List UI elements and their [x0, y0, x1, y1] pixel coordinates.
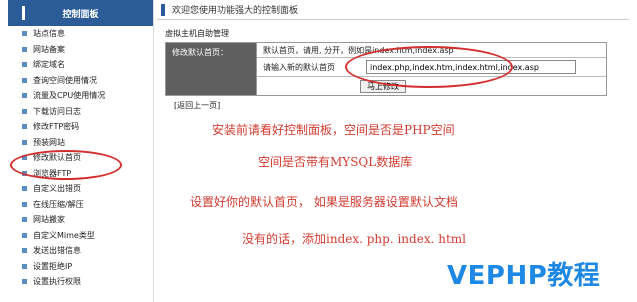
sidebar-item[interactable]: 设置拒绝IP: [8, 259, 153, 275]
bullet-icon: [22, 108, 27, 114]
sidebar-item[interactable]: 站点信息: [8, 26, 153, 42]
input-label: 请输入新的默认首页: [263, 62, 335, 72]
sidebar-item-label: 网站备案: [33, 44, 65, 54]
annotation-1: 安装前请看好控制面板，空间是否是PHP空间: [212, 123, 455, 137]
bullet-icon: [22, 263, 27, 269]
bullet-icon: [22, 93, 27, 99]
bullet-icon: [22, 46, 27, 52]
sidebar-header: 控制面板: [8, 0, 153, 26]
sidebar-item[interactable]: 预装网站: [8, 135, 153, 151]
sidebar-item-label: 下载访问日志: [33, 106, 81, 116]
sidebar-item[interactable]: 修改FTP密码: [8, 119, 153, 135]
highlight-circle-input: [345, 46, 513, 88]
sidebar-item[interactable]: 自定义出错页: [8, 181, 153, 197]
sidebar-item-label: 查询空间使用情况: [33, 75, 97, 85]
bullet-icon: [22, 77, 27, 83]
bullet-icon: [22, 248, 27, 254]
welcome-text: 欢迎您使用功能强大的控制面板: [172, 6, 299, 16]
sidebar-item-label: 自定义出错页: [33, 184, 81, 194]
sidebar-item[interactable]: 下载访问日志: [8, 104, 153, 120]
sidebar-item[interactable]: 设置执行权限: [8, 274, 153, 290]
panel-title: 虚拟主机自助管理: [165, 29, 229, 38]
highlight-circle-menu: [10, 150, 122, 180]
sidebar-item-label: 发送出错信息: [33, 246, 81, 256]
topbar-bar-icon: [161, 3, 165, 16]
sidebar-item[interactable]: 发送出错信息: [8, 243, 153, 259]
sidebar-item-label: 自定义Mime类型: [33, 230, 95, 240]
sidebar-title: 控制面板: [62, 9, 99, 20]
bullet-icon: [22, 124, 27, 130]
back-link[interactable]: [返回上一页]: [174, 100, 220, 111]
bullet-icon: [22, 217, 27, 223]
sidebar-item[interactable]: 网站备案: [8, 42, 153, 58]
annotation-3: 设置好你的默认首页， 如果是服务器设置默认文档: [190, 195, 458, 209]
sidebar-item-label: 预装网站: [33, 137, 65, 147]
annotation-4: 没有的话，添加index. php. index. html: [242, 232, 466, 246]
bullet-icon: [22, 139, 27, 145]
sidebar-item-label: 修改FTP密码: [33, 122, 80, 132]
sidebar-item-label: 绑定域名: [33, 60, 65, 70]
bullet-icon: [22, 62, 27, 68]
row-label: 修改默认首页：: [166, 43, 256, 95]
bullet-icon: [22, 186, 27, 192]
sidebar-item-label: 在线压缩/解压: [33, 199, 84, 209]
sidebar-item-label: 网站搬家: [33, 215, 65, 225]
sidebar-item[interactable]: 绑定域名: [8, 57, 153, 73]
header-bar-icon: [22, 6, 25, 20]
sidebar-item-label: 站点信息: [33, 29, 65, 39]
sidebar-item[interactable]: 流量及CPU使用情况: [8, 88, 153, 104]
sidebar-item[interactable]: 在线压缩/解压: [8, 197, 153, 213]
sidebar-item-label: 设置执行权限: [33, 277, 81, 287]
sidebar-item[interactable]: 自定义Mime类型: [8, 228, 153, 244]
bullet-icon: [22, 279, 27, 285]
bullet-icon: [22, 232, 27, 238]
bullet-icon: [22, 31, 27, 37]
sidebar-item-label: 设置拒绝IP: [33, 261, 73, 271]
annotation-2: 空间是否带有MYSQL数据库: [258, 155, 413, 169]
sidebar-item-label: 流量及CPU使用情况: [33, 91, 106, 101]
sidebar-item[interactable]: 查询空间使用情况: [8, 73, 153, 89]
bullet-icon: [22, 201, 27, 207]
sidebar-item[interactable]: 网站搬家: [8, 212, 153, 228]
topbar: 欢迎您使用功能强大的控制面板: [157, 0, 629, 20]
watermark: VEPHP教程: [447, 261, 601, 291]
